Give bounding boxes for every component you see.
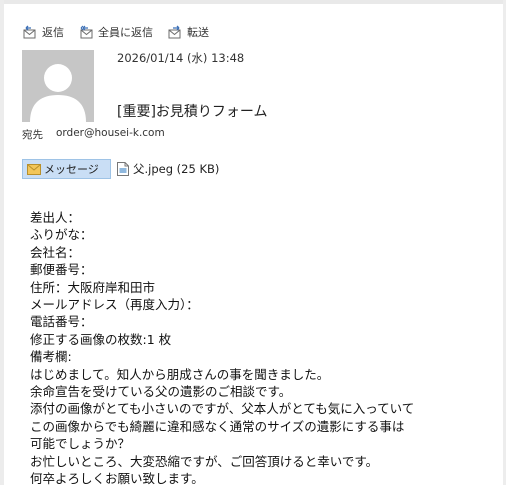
- email-reading-pane: 返信 全員に返信 転送 2026/01/14 (水) 13:48 [重要]お見積…: [0, 0, 506, 485]
- reply-button[interactable]: 返信: [22, 24, 64, 40]
- forward-icon: [168, 25, 181, 39]
- body-line: この画像からでも綺麗に違和感なく通常のサイズの遺影にする事は: [30, 418, 405, 434]
- reply-all-label: 全員に返信: [98, 26, 153, 39]
- reply-all-icon: [80, 25, 93, 39]
- body-line: 何卒よろしくお願い致します。: [30, 471, 204, 485]
- forward-button[interactable]: 転送: [167, 24, 209, 40]
- body-line: お忙しいところ、大変恐縮ですが、ご回答頂けると幸いです。: [30, 453, 379, 469]
- body-line: 備考欄:: [30, 349, 72, 365]
- attachment-file[interactable]: 父.jpeg (25 KB): [117, 161, 219, 177]
- message-subject: [重要]お見積りフォーム: [117, 104, 268, 120]
- body-line: 電話番号：: [30, 314, 93, 330]
- recipient-row: 宛先 order@housei-k.com: [22, 127, 165, 142]
- body-line: はじめまして。知人から朋成さんの事を聞きました。: [30, 366, 330, 382]
- message-toolbar: 返信 全員に返信 転送: [22, 24, 223, 40]
- body-line: メールアドレス（再度入力）：: [30, 297, 199, 313]
- body-line: 可能でしょうか？: [30, 436, 131, 452]
- body-line: 余命宣告を受けている父の遺影のご相談です。: [30, 384, 292, 400]
- reply-label: 返信: [42, 26, 64, 39]
- reply-icon: [23, 25, 36, 39]
- sent-date: 2026/01/14 (水) 13:48: [117, 51, 245, 65]
- forward-label: 転送: [187, 26, 209, 39]
- envelope-icon: [27, 163, 41, 175]
- body-line: ふりがな：: [30, 227, 93, 243]
- body-line: 差出人：: [30, 210, 81, 225]
- message-body: 差出人： ふりがな： 会社名： 郵便番号： 住所：大阪府岸和田市 メールアドレス…: [30, 209, 414, 485]
- body-line: 住所：大阪府岸和田市: [30, 279, 156, 295]
- window-top-edge: [0, 0, 506, 4]
- to-label: 宛先: [22, 129, 43, 141]
- attachment-file-label: 父.jpeg (25 KB): [133, 162, 220, 176]
- attachment-bar: メッセージ 父.jpeg (25 KB): [22, 159, 219, 179]
- reply-all-button[interactable]: 全員に返信: [78, 24, 153, 40]
- message-tab-label: メッセージ: [44, 163, 99, 176]
- person-icon: [30, 64, 86, 122]
- sender-avatar: [22, 50, 94, 122]
- message-tab[interactable]: メッセージ: [22, 159, 111, 179]
- body-line: 郵便番号：: [30, 262, 93, 278]
- to-address[interactable]: order@housei-k.com: [56, 127, 165, 142]
- body-line: 会社名：: [30, 244, 81, 260]
- window-left-edge: [0, 0, 4, 485]
- body-line: 添付の画像がとても小さいのですが、父本人がとても気に入っていて: [30, 401, 415, 417]
- body-line: 修正する画像の枚数:1 枚: [30, 331, 172, 347]
- image-file-icon: [117, 162, 129, 176]
